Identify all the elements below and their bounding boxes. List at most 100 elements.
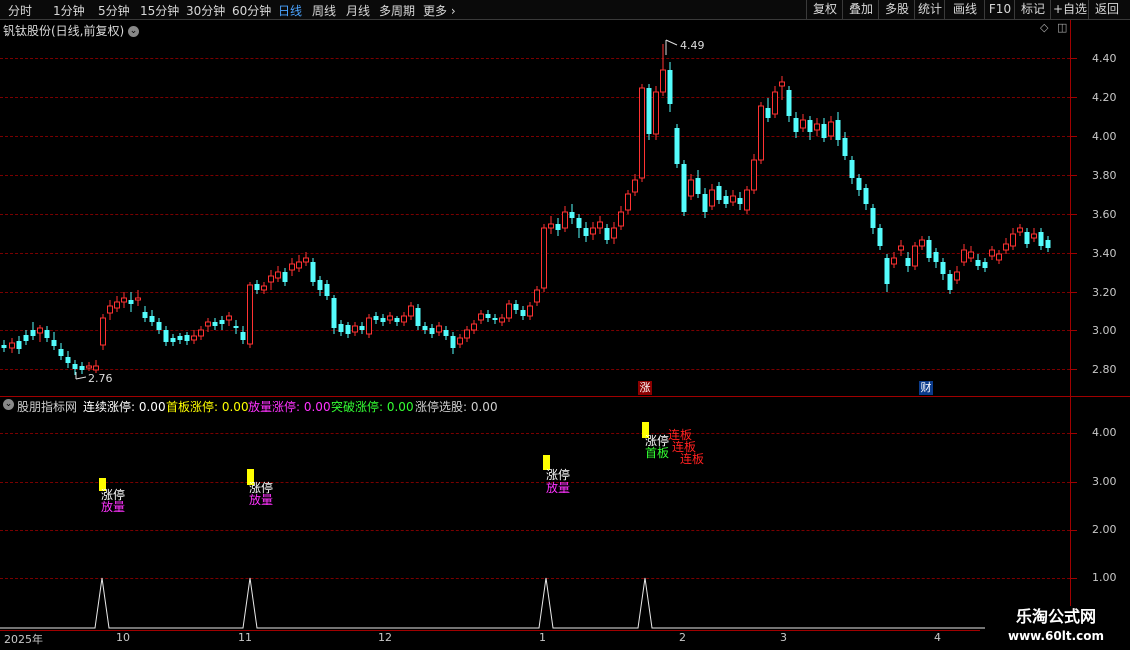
- y-label: 4.00: [1092, 426, 1117, 439]
- candle-body: [891, 257, 897, 265]
- candle-body: [639, 87, 645, 179]
- candle-body: [275, 271, 281, 279]
- candle-body: [345, 325, 351, 334]
- candle-body: [1031, 233, 1037, 239]
- candle-body: [548, 223, 554, 229]
- candle-body: [1010, 233, 1016, 247]
- y-label: 3.00: [1092, 475, 1117, 488]
- candle-body: [79, 366, 85, 370]
- candle-body: [9, 342, 15, 349]
- candle-body: [576, 218, 582, 228]
- candle-body: [569, 212, 575, 218]
- candle-body: [429, 328, 435, 334]
- candle-body: [863, 188, 869, 204]
- candle-body: [373, 316, 379, 320]
- candle-body: [506, 303, 512, 319]
- y-label: 3.20: [1092, 286, 1117, 299]
- candle-body: [408, 305, 414, 317]
- candle-body: [996, 253, 1002, 261]
- candle-body: [898, 245, 904, 251]
- candle-body: [534, 289, 540, 303]
- candle-body: [331, 298, 337, 328]
- watermark-title: 乐淘公式网: [1015, 607, 1096, 626]
- candle-body: [30, 330, 36, 336]
- candle-body: [877, 228, 883, 246]
- candle-body: [303, 257, 309, 263]
- candle-body: [492, 318, 498, 320]
- candle-body: [282, 272, 288, 282]
- candlestick-chart: [1, 39, 1051, 380]
- low-price-marker: [75, 372, 87, 380]
- candle-body: [562, 211, 568, 229]
- candle-body: [317, 280, 323, 290]
- y-label: 3.00: [1092, 324, 1117, 337]
- back-button[interactable]: 返回: [1088, 0, 1125, 19]
- candle-body: [989, 249, 995, 257]
- signal-text-board-streak: 连板: [680, 452, 705, 466]
- candle-body: [352, 325, 358, 333]
- candle-body: [170, 338, 176, 342]
- signal-text-limit-up: 涨停: [546, 468, 571, 482]
- candle-body: [618, 211, 624, 227]
- candle-body: [765, 108, 771, 118]
- candle-body: [23, 335, 29, 341]
- x-label: 2: [679, 631, 686, 644]
- candle-body: [926, 240, 932, 258]
- candle-body: [737, 198, 743, 204]
- y-label: 4.20: [1092, 91, 1117, 104]
- candle-body: [597, 221, 603, 229]
- candle-body: [961, 249, 967, 263]
- candle-body: [450, 336, 456, 348]
- y-label: 2.80: [1092, 363, 1117, 376]
- candle-body: [471, 323, 477, 331]
- candle-body: [240, 332, 246, 340]
- candle-body: [478, 313, 484, 321]
- limit-up-badge[interactable]: 涨: [638, 381, 652, 395]
- candle-body: [625, 193, 631, 211]
- candle-body: [324, 284, 330, 296]
- candle-body: [1003, 243, 1009, 251]
- candle-body: [219, 320, 225, 324]
- low-price-label: 2.76: [88, 372, 113, 385]
- candle-body: [982, 262, 988, 268]
- candle-body: [268, 275, 274, 283]
- candle-body: [51, 340, 57, 346]
- candle-body: [786, 90, 792, 116]
- candle-body: [100, 317, 106, 346]
- x-label: 2025年: [4, 633, 43, 646]
- candle-body: [415, 308, 421, 326]
- candle-body: [674, 128, 680, 164]
- y-label: 4.00: [1092, 130, 1117, 143]
- candle-body: [646, 88, 652, 134]
- candle-body: [1, 345, 7, 348]
- candle-body: [289, 263, 295, 271]
- candle-body: [793, 118, 799, 132]
- candle-body: [905, 258, 911, 266]
- candle-body: [870, 208, 876, 228]
- candle-body: [149, 316, 155, 322]
- y-label: 3.60: [1092, 208, 1117, 221]
- x-label: 11: [238, 631, 252, 644]
- candle-body: [135, 297, 141, 301]
- candle-body: [163, 330, 169, 342]
- candle-body: [142, 312, 148, 318]
- y-label: 1.00: [1092, 571, 1117, 584]
- candle-body: [366, 317, 372, 335]
- candle-body: [940, 262, 946, 274]
- candle-body: [807, 120, 813, 132]
- candle-body: [716, 186, 722, 200]
- finance-badge[interactable]: 财: [919, 381, 933, 395]
- candle-body: [814, 123, 820, 131]
- candle-body: [968, 251, 974, 259]
- x-label: 1: [539, 631, 546, 644]
- candle-body: [919, 239, 925, 247]
- candle-body: [191, 335, 197, 341]
- signal-text-first-board: 首板: [645, 446, 670, 460]
- y-label: 3.80: [1092, 169, 1117, 182]
- candle-body: [128, 300, 134, 304]
- candle-body: [884, 258, 890, 284]
- x-axis-line: [0, 630, 980, 631]
- y-label: 3.40: [1092, 247, 1117, 260]
- candle-body: [177, 336, 183, 340]
- candle-body: [975, 260, 981, 266]
